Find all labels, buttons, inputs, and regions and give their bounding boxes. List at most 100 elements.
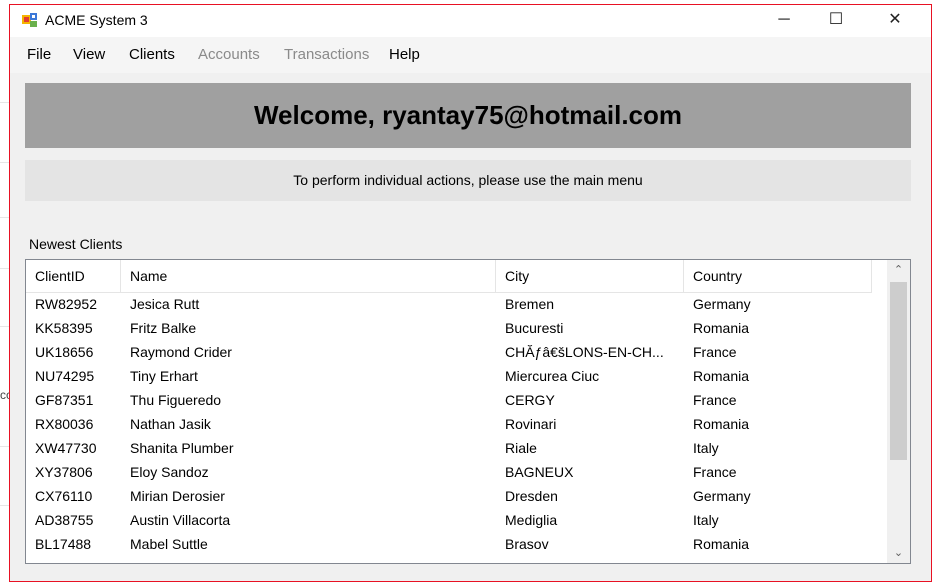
cell-clientid[interactable]: CX76110 bbox=[26, 484, 121, 508]
table-row[interactable]: UK18656 Raymond Crider CHĂƒâ€šLONS-EN-CH..… bbox=[26, 340, 887, 364]
cell-city[interactable]: Riale bbox=[496, 436, 684, 460]
column-header-country[interactable]: Country bbox=[684, 260, 872, 292]
cell-country[interactable]: Germany bbox=[684, 292, 872, 316]
cell-country[interactable]: Romania bbox=[684, 364, 872, 388]
menu-view[interactable]: View bbox=[73, 46, 105, 63]
chevron-down-icon: ⌄ bbox=[893, 547, 904, 559]
table-row[interactable]: CX76110 Mirian Derosier Dresden Germany bbox=[26, 484, 887, 508]
table-row[interactable]: NU74295 Tiny Erhart Miercurea Ciuc Romania bbox=[26, 364, 887, 388]
column-header-clientid[interactable]: ClientID bbox=[26, 260, 121, 292]
cell-country[interactable]: France bbox=[684, 340, 872, 364]
strip-divider bbox=[0, 102, 9, 103]
cell-city[interactable]: CERGY bbox=[496, 388, 684, 412]
cell-country[interactable]: Romania bbox=[684, 412, 872, 436]
table-row[interactable]: XW47730 Shanita Plumber Riale Italy bbox=[26, 436, 887, 460]
cell-name[interactable]: Thu Figueredo bbox=[121, 388, 496, 412]
clients-table[interactable]: ClientID Name City Country RW82952 Jesica… bbox=[25, 259, 911, 564]
cell-name[interactable]: Eloy Sandoz bbox=[121, 460, 496, 484]
table-header: ClientID Name City Country bbox=[26, 260, 872, 293]
menu-accounts[interactable]: Accounts bbox=[198, 46, 260, 63]
menu-file[interactable]: File bbox=[27, 46, 51, 63]
cell-city[interactable]: Bremen bbox=[496, 292, 684, 316]
table-row[interactable]: XY37806 Eloy Sandoz BAGNEUX France bbox=[26, 460, 887, 484]
scroll-down-button[interactable]: ⌄ bbox=[887, 543, 910, 563]
cell-clientid[interactable]: UK18656 bbox=[26, 340, 121, 364]
cell-name[interactable]: Nathan Jasik bbox=[121, 412, 496, 436]
cell-country[interactable] bbox=[684, 556, 872, 563]
menu-clients[interactable]: Clients bbox=[129, 46, 175, 63]
cell-clientid[interactable]: GF87351 bbox=[26, 388, 121, 412]
cell-country[interactable]: Romania bbox=[684, 532, 872, 556]
minimize-icon: ─ bbox=[778, 11, 790, 28]
maximize-button[interactable]: ☐ bbox=[813, 5, 859, 37]
cell-country[interactable]: Italy bbox=[684, 436, 872, 460]
table-row[interactable]: KK58395 Fritz Balke Bucuresti Romania bbox=[26, 316, 887, 340]
cell-name[interactable] bbox=[121, 556, 496, 563]
cell-clientid[interactable]: XY37806 bbox=[26, 460, 121, 484]
menu-transactions[interactable]: Transactions bbox=[284, 46, 369, 63]
strip-divider bbox=[0, 505, 9, 506]
column-header-city[interactable]: City bbox=[496, 260, 684, 292]
cell-clientid[interactable] bbox=[26, 556, 121, 563]
table-row[interactable]: AD38755 Austin Villacorta Mediglia Italy bbox=[26, 508, 887, 532]
cell-country[interactable]: Italy bbox=[684, 508, 872, 532]
cell-name[interactable]: Austin Villacorta bbox=[121, 508, 496, 532]
table-row[interactable]: BL17488 Mabel Suttle Brasov Romania bbox=[26, 532, 887, 556]
cell-name[interactable]: Mirian Derosier bbox=[121, 484, 496, 508]
cell-clientid[interactable]: RX80036 bbox=[26, 412, 121, 436]
chevron-up-icon: ⌃ bbox=[893, 264, 904, 276]
strip-divider bbox=[0, 446, 9, 447]
newest-clients-label: Newest Clients bbox=[29, 236, 123, 252]
strip-divider bbox=[0, 162, 9, 163]
cell-country[interactable]: France bbox=[684, 388, 872, 412]
table-row[interactable]: GF87351 Thu Figueredo CERGY France bbox=[26, 388, 887, 412]
menu-bar: File View Clients Accounts Transactions … bbox=[10, 37, 931, 73]
cell-clientid[interactable]: KK58395 bbox=[26, 316, 121, 340]
strip-divider bbox=[0, 217, 9, 218]
cell-city[interactable]: Dresden bbox=[496, 484, 684, 508]
app-window: ACME System 3 ─ ☐ ✕ File View Clients Ac… bbox=[9, 4, 932, 582]
minimize-button[interactable]: ─ bbox=[761, 5, 807, 37]
cell-country[interactable]: Germany bbox=[684, 484, 872, 508]
cell-clientid[interactable]: XW47730 bbox=[26, 436, 121, 460]
cell-name[interactable]: Shanita Plumber bbox=[121, 436, 496, 460]
cell-country[interactable]: Romania bbox=[684, 316, 872, 340]
cell-city[interactable] bbox=[496, 556, 684, 563]
cell-name[interactable]: Raymond Crider bbox=[121, 340, 496, 364]
strip-divider bbox=[0, 326, 9, 327]
cell-city[interactable]: Mediglia bbox=[496, 508, 684, 532]
scrollbar-thumb[interactable] bbox=[890, 282, 907, 460]
window-title: ACME System 3 bbox=[45, 12, 148, 28]
scroll-up-button[interactable]: ⌃ bbox=[887, 260, 910, 280]
vertical-scrollbar[interactable]: ⌃ ⌄ bbox=[887, 260, 910, 563]
app-icon bbox=[22, 13, 37, 27]
close-button[interactable]: ✕ bbox=[872, 5, 918, 37]
cell-name[interactable]: Tiny Erhart bbox=[121, 364, 496, 388]
cell-clientid[interactable]: RW82952 bbox=[26, 292, 121, 316]
cell-city[interactable]: BAGNEUX bbox=[496, 460, 684, 484]
table-row[interactable] bbox=[26, 556, 887, 563]
cell-city[interactable]: CHĂƒâ€šLONS-EN-CH... bbox=[496, 340, 684, 364]
close-icon: ✕ bbox=[888, 11, 902, 28]
welcome-banner: Welcome, ryantay75@hotmail.com bbox=[25, 83, 911, 148]
title-bar[interactable]: ACME System 3 ─ ☐ ✕ bbox=[10, 5, 931, 37]
menu-help[interactable]: Help bbox=[389, 46, 420, 63]
cell-name[interactable]: Mabel Suttle bbox=[121, 532, 496, 556]
table-row[interactable]: RW82952 Jesica Rutt Bremen Germany bbox=[26, 292, 887, 316]
table-row[interactable]: RX80036 Nathan Jasik Rovinari Romania bbox=[26, 412, 887, 436]
column-header-name[interactable]: Name bbox=[121, 260, 496, 292]
cell-name[interactable]: Jesica Rutt bbox=[121, 292, 496, 316]
cell-clientid[interactable]: NU74295 bbox=[26, 364, 121, 388]
strip-divider bbox=[0, 268, 9, 269]
cell-name[interactable]: Fritz Balke bbox=[121, 316, 496, 340]
background-window-strip: cc bbox=[0, 0, 12, 588]
info-bar: To perform individual actions, please us… bbox=[25, 160, 911, 201]
cell-clientid[interactable]: AD38755 bbox=[26, 508, 121, 532]
cell-city[interactable]: Brasov bbox=[496, 532, 684, 556]
cell-city[interactable]: Miercurea Ciuc bbox=[496, 364, 684, 388]
cell-country[interactable]: France bbox=[684, 460, 872, 484]
maximize-icon: ☐ bbox=[828, 11, 844, 28]
cell-clientid[interactable]: BL17488 bbox=[26, 532, 121, 556]
cell-city[interactable]: Rovinari bbox=[496, 412, 684, 436]
cell-city[interactable]: Bucuresti bbox=[496, 316, 684, 340]
